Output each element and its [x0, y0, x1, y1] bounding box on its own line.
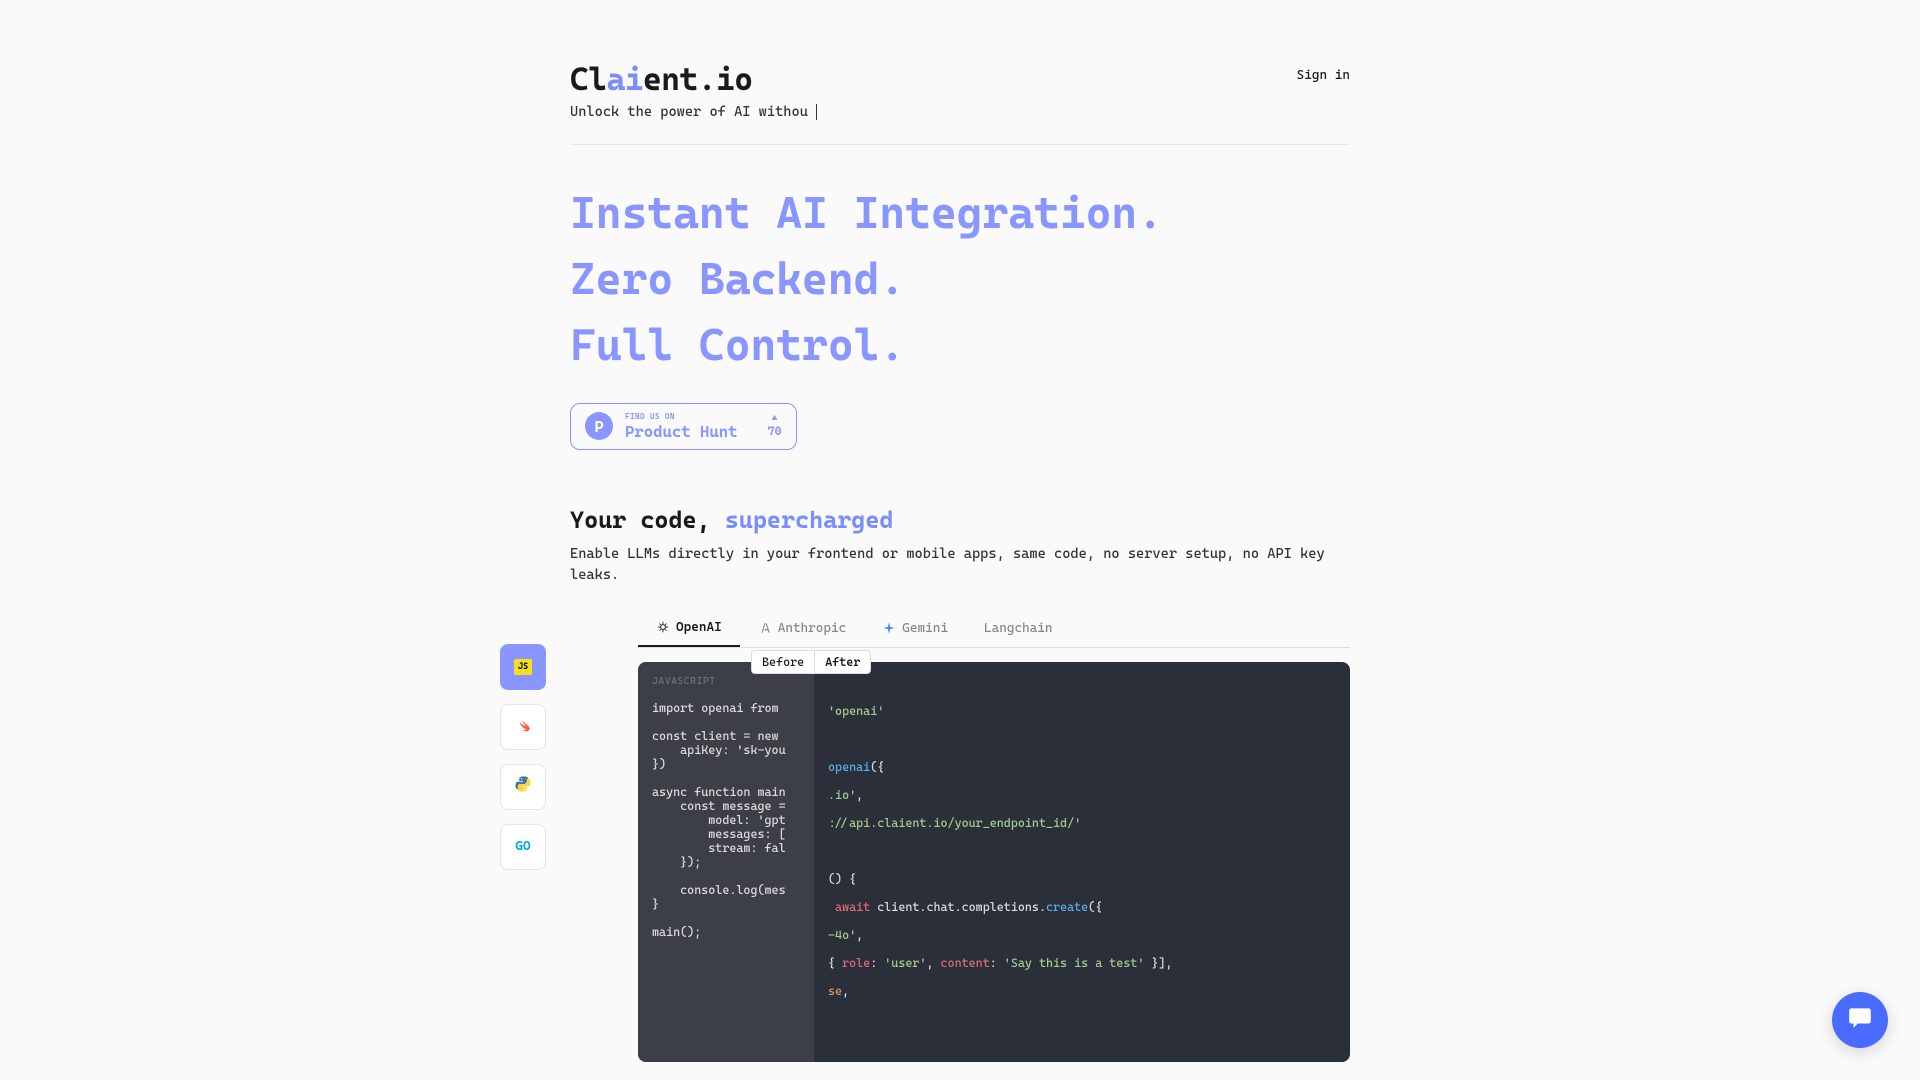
product-hunt-badge[interactable]: P FIND US ON Product Hunt ▲ 70 — [570, 403, 797, 450]
before-after-tabs: Before After — [751, 650, 871, 674]
code-before-panel: JAVASCRIPTimport openai from const clien… — [638, 662, 814, 1062]
section-title: Your code, supercharged — [570, 506, 1350, 534]
language-sidebar: JS GO — [500, 644, 546, 870]
logo-post: ent.io — [643, 60, 753, 98]
lang-swift-button[interactable] — [500, 704, 546, 750]
openai-icon — [656, 620, 670, 634]
lang-javascript-button[interactable]: JS — [500, 644, 546, 690]
gemini-icon — [882, 621, 896, 635]
logo[interactable]: Claient.io — [570, 60, 817, 98]
go-icon: GO — [515, 839, 530, 854]
lang-python-button[interactable] — [500, 764, 546, 810]
code-after-panel: 'openai' openai({ .io', ://api.claient.i… — [814, 662, 1350, 1062]
product-hunt-count: 70 — [768, 424, 782, 438]
product-hunt-name: Product Hunt — [625, 422, 738, 441]
anthropic-icon — [758, 621, 772, 635]
typing-cursor — [808, 104, 817, 120]
tab-gemini[interactable]: Gemini — [864, 610, 966, 647]
hero-line-3: Full Control. — [570, 313, 1350, 379]
tab-openai[interactable]: OpenAI — [638, 610, 740, 647]
hero-headline: Instant AI Integration. Zero Backend. Fu… — [570, 181, 1350, 379]
logo-pre: Cl — [570, 60, 607, 98]
product-hunt-icon: P — [585, 412, 613, 440]
header-divider — [570, 144, 1350, 145]
python-icon — [514, 775, 532, 798]
javascript-icon: JS — [514, 659, 533, 675]
tab-anthropic[interactable]: Anthropic — [740, 610, 865, 647]
tagline: Unlock the power of AI withou — [570, 104, 817, 120]
hero-line-2: Zero Backend. — [570, 247, 1350, 313]
upvote-icon: ▲ — [768, 414, 782, 424]
section-description: Enable LLMs directly in your frontend or… — [570, 544, 1350, 586]
provider-tabs: OpenAI Anthropic Gemini Langchain — [638, 610, 1350, 648]
tab-after[interactable]: After — [814, 650, 871, 674]
code-editor: JAVASCRIPTimport openai from const clien… — [638, 662, 1350, 1062]
tab-langchain[interactable]: Langchain — [966, 610, 1071, 647]
product-hunt-find: FIND US ON — [625, 412, 738, 422]
lang-go-button[interactable]: GO — [500, 824, 546, 870]
hero-line-1: Instant AI Integration. — [570, 181, 1350, 247]
chat-icon — [1847, 1004, 1873, 1036]
swift-icon — [513, 714, 533, 740]
signin-link[interactable]: Sign in — [1297, 68, 1350, 83]
tab-before[interactable]: Before — [751, 650, 814, 674]
code-language-label: JAVASCRIPT — [652, 676, 800, 687]
logo-ai: ai — [607, 60, 644, 98]
chat-widget-button[interactable] — [1832, 992, 1888, 1048]
